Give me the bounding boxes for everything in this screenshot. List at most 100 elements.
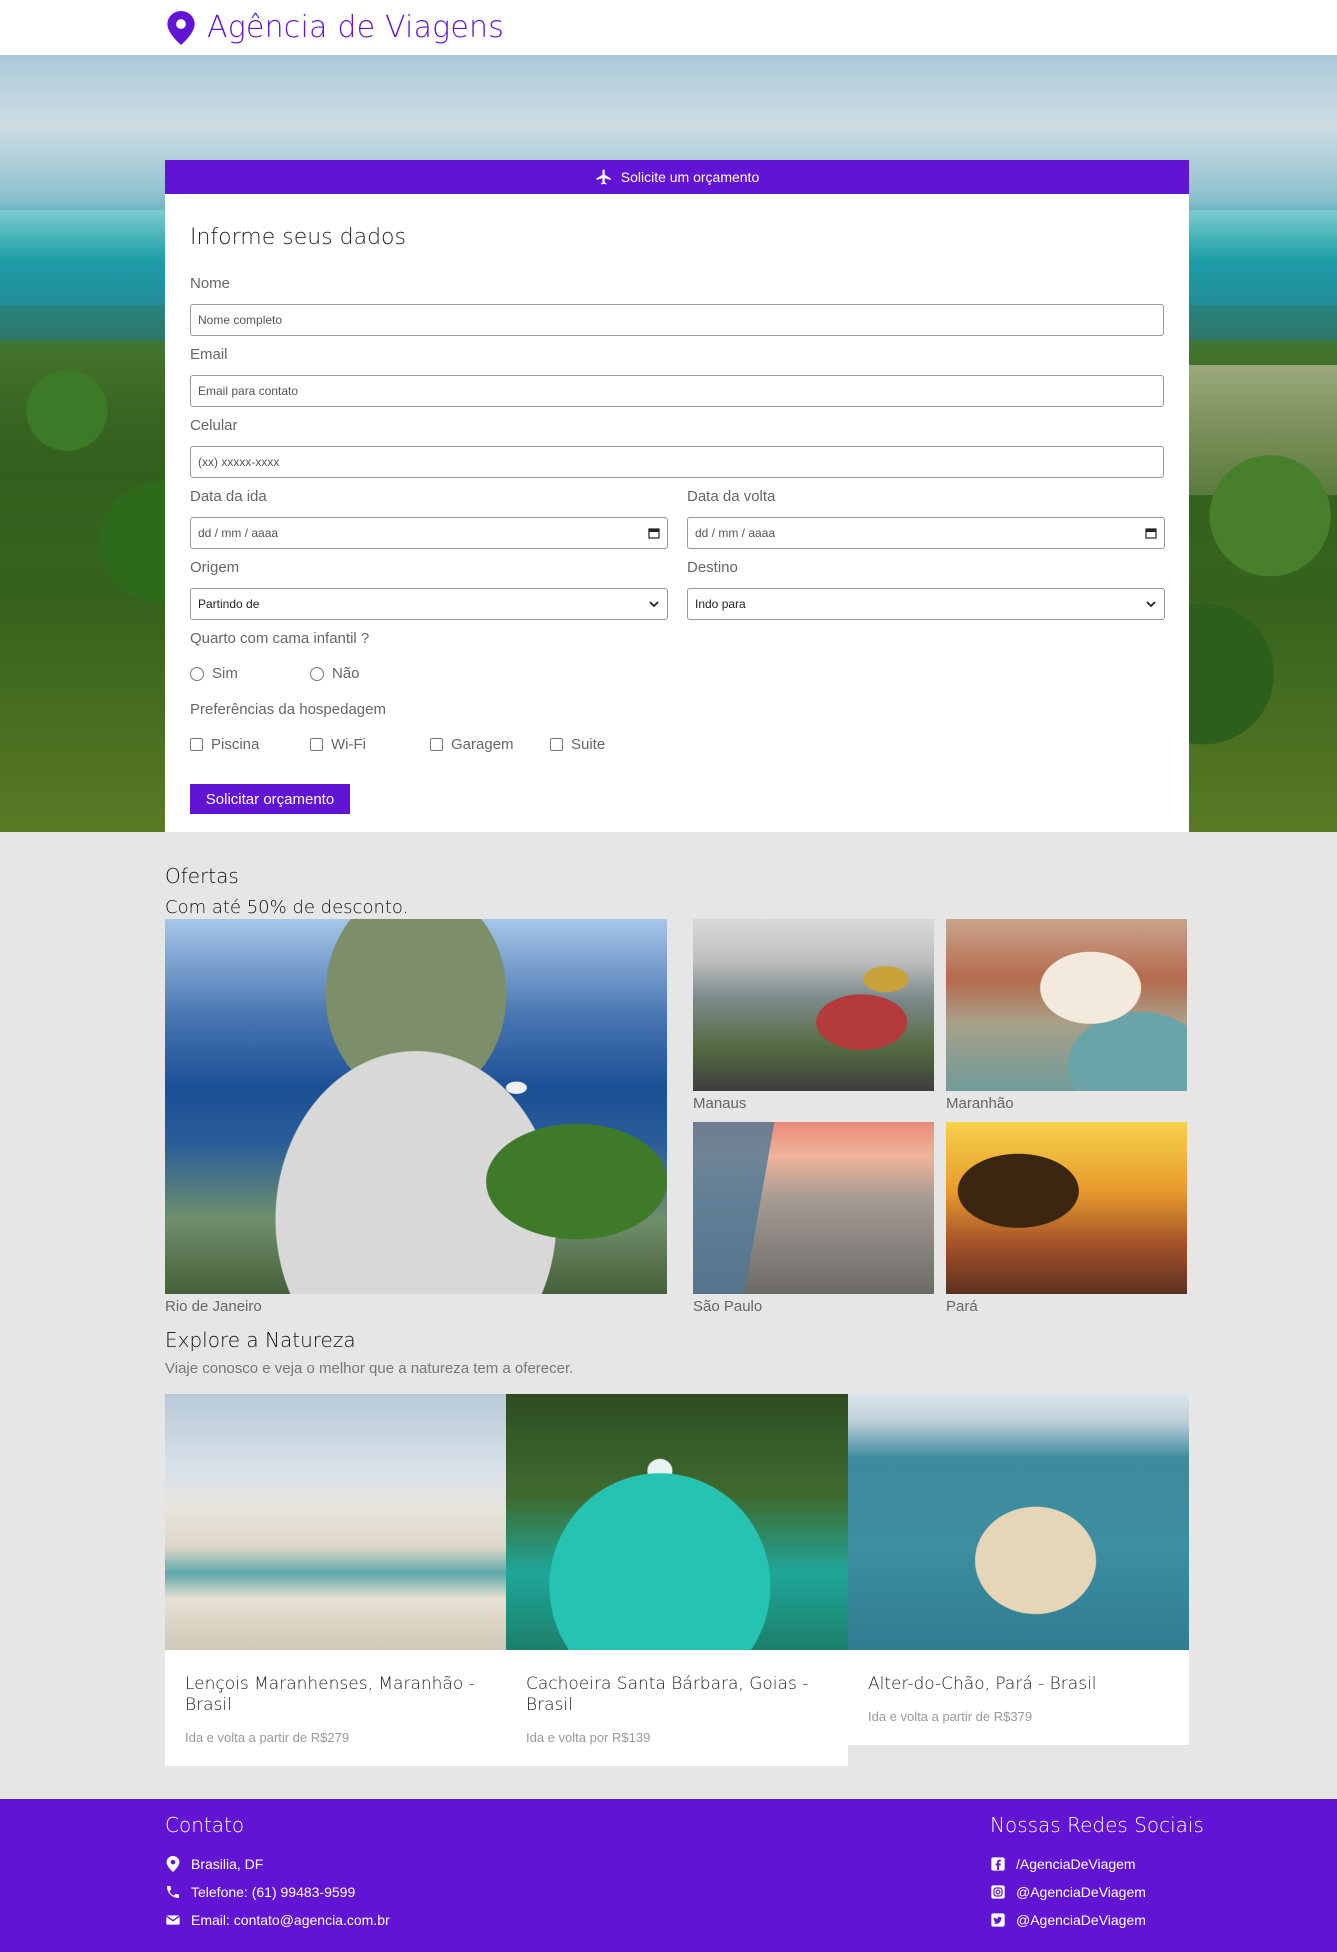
contact-phone[interactable]: Telefone: (61) 99483-9599: [165, 1884, 355, 1900]
cachoeira-image[interactable]: [506, 1394, 848, 1650]
offer-maranhao-caption: Maranhão: [946, 1095, 1014, 1112]
offer-maranhao-image[interactable]: [946, 919, 1187, 1091]
contact-email[interactable]: Email: contato@agencia.com.br: [165, 1912, 390, 1928]
form-title: Informe seus dados: [190, 225, 406, 250]
brand[interactable]: Agência de Viagens: [167, 10, 504, 45]
contact-title: Contato: [165, 1813, 245, 1837]
garage-label: Garagem: [451, 736, 514, 753]
offer-saopaulo-caption: São Paulo: [693, 1298, 763, 1315]
offers-subtitle: Com até 50% de desconto.: [165, 897, 409, 918]
crib-label: Quarto com cama infantil ?: [190, 630, 370, 647]
checkbox-box[interactable]: [430, 738, 443, 751]
suite-checkbox[interactable]: Suite: [550, 736, 605, 753]
site-footer: Contato Brasilia, DF Telefone: (61) 9948…: [0, 1799, 1337, 1952]
email-label: Email: [190, 346, 228, 363]
email-placeholder: Email para contato: [198, 384, 299, 398]
depart-date-field[interactable]: dd / mm / aaaa: [190, 517, 668, 549]
depart-label: Data da ida: [190, 488, 267, 505]
name-label: Nome: [190, 275, 231, 292]
chevron-down-icon: [1146, 601, 1156, 608]
nature-title: Explore a Natureza: [165, 1328, 356, 1352]
offer-rio-caption: Rio de Janeiro: [165, 1298, 262, 1315]
origin-select[interactable]: Partindo de: [190, 588, 668, 620]
nature-card-cachoeira[interactable]: Cachoeira Santa Bárbara, Goias - Brasil …: [506, 1394, 848, 1766]
map-pin-icon: [167, 10, 195, 45]
twitter-handle: @AgenciaDeViagem: [1016, 1912, 1146, 1928]
phone-label: Celular: [190, 417, 238, 434]
crib-no-radio[interactable]: Não: [310, 665, 360, 682]
envelope-icon: [165, 1915, 181, 1925]
email-text: Email: contato@agencia.com.br: [191, 1912, 390, 1928]
hero-banner: Solicite um orçamento Informe seus dados…: [0, 55, 1337, 832]
twitter-link[interactable]: @AgenciaDeViagem: [990, 1912, 1146, 1928]
suite-label: Suite: [571, 736, 606, 753]
prefs-label: Preferências da hospedagem: [190, 701, 386, 718]
name-field[interactable]: Nome completo: [190, 304, 1164, 336]
lencois-price: Ida e volta a partir de R$279: [185, 1730, 350, 1745]
instagram-icon: [991, 1885, 1005, 1899]
checkbox-box[interactable]: [190, 738, 203, 751]
nature-card-lencois[interactable]: Lençois Maranhenses, Maranhão - Brasil I…: [165, 1394, 506, 1766]
destination-label: Destino: [687, 559, 738, 576]
origin-label: Origem: [190, 559, 240, 576]
instagram-link[interactable]: @AgenciaDeViagem: [990, 1884, 1146, 1900]
offer-rio-image[interactable]: [165, 919, 667, 1294]
map-pin-icon: [166, 1856, 180, 1872]
offer-manaus-caption: Manaus: [693, 1095, 747, 1112]
phone-text: Telefone: (61) 99483-9599: [191, 1884, 356, 1900]
offer-manaus-image[interactable]: [693, 919, 934, 1091]
wifi-checkbox[interactable]: Wi-Fi: [310, 736, 366, 753]
calendar-icon[interactable]: [648, 527, 660, 539]
plane-icon: [596, 169, 611, 185]
cachoeira-price: Ida e volta por R$139: [526, 1730, 651, 1745]
origin-value: Partindo de: [198, 597, 260, 611]
phone-placeholder: (xx) xxxxx-xxxx: [198, 455, 280, 469]
checkbox-box[interactable]: [550, 738, 563, 751]
depart-date-value: dd / mm / aaaa: [198, 526, 279, 540]
garage-checkbox[interactable]: Garagem: [430, 736, 514, 753]
nature-card-alter[interactable]: Alter-do-Chão, Pará - Brasil Ida e volta…: [848, 1394, 1189, 1745]
offers-title: Ofertas: [165, 864, 239, 888]
submit-quote-button[interactable]: Solicitar orçamento: [190, 784, 350, 814]
social-title: Nossas Redes Sociais: [990, 1813, 1204, 1837]
twitter-icon: [991, 1913, 1005, 1927]
radio-dot[interactable]: [310, 666, 324, 681]
offer-saopaulo-image[interactable]: [693, 1122, 934, 1294]
return-date-value: dd / mm / aaaa: [695, 526, 776, 540]
lencois-image[interactable]: [165, 1394, 506, 1650]
facebook-handle: /AgenciaDeViagem: [1016, 1856, 1136, 1872]
destination-select[interactable]: Indo para: [687, 588, 1165, 620]
phone-icon: [167, 1886, 179, 1898]
address-text: Brasilia, DF: [191, 1856, 264, 1872]
offer-para-image[interactable]: [946, 1122, 1187, 1294]
facebook-icon: [991, 1857, 1005, 1871]
contact-address: Brasilia, DF: [165, 1856, 263, 1872]
site-header: Agência de Viagens: [0, 0, 1337, 55]
quote-form: Solicite um orçamento Informe seus dados…: [165, 160, 1189, 832]
wifi-label: Wi-Fi: [331, 736, 366, 753]
nature-subtitle: Viaje conosco e veja o melhor que a natu…: [165, 1360, 574, 1377]
crib-no-label: Não: [332, 665, 360, 682]
email-field[interactable]: Email para contato: [190, 375, 1164, 407]
cachoeira-title: Cachoeira Santa Bárbara, Goias - Brasil: [526, 1674, 809, 1715]
radio-dot[interactable]: [190, 666, 204, 681]
pool-label: Piscina: [211, 736, 260, 753]
site-title: Agência de Viagens: [207, 10, 505, 45]
quote-banner: Solicite um orçamento: [165, 160, 1189, 194]
instagram-handle: @AgenciaDeViagem: [1016, 1884, 1146, 1900]
return-date-field[interactable]: dd / mm / aaaa: [687, 517, 1165, 549]
crib-yes-radio[interactable]: Sim: [190, 665, 238, 682]
facebook-link[interactable]: /AgenciaDeViagem: [990, 1856, 1136, 1872]
alter-price: Ida e volta a partir de R$379: [868, 1709, 1033, 1724]
calendar-icon[interactable]: [1145, 527, 1157, 539]
alter-image[interactable]: [848, 1394, 1189, 1650]
lencois-title: Lençois Maranhenses, Maranhão - Brasil: [185, 1674, 475, 1715]
offer-para-caption: Pará: [946, 1298, 978, 1315]
destination-value: Indo para: [695, 597, 746, 611]
checkbox-box[interactable]: [310, 738, 323, 751]
name-placeholder: Nome completo: [198, 313, 283, 327]
quote-banner-label: Solicite um orçamento: [620, 169, 760, 185]
pool-checkbox[interactable]: Piscina: [190, 736, 259, 753]
phone-field[interactable]: (xx) xxxxx-xxxx: [190, 446, 1164, 478]
alter-title: Alter-do-Chão, Pará - Brasil: [868, 1674, 1097, 1694]
